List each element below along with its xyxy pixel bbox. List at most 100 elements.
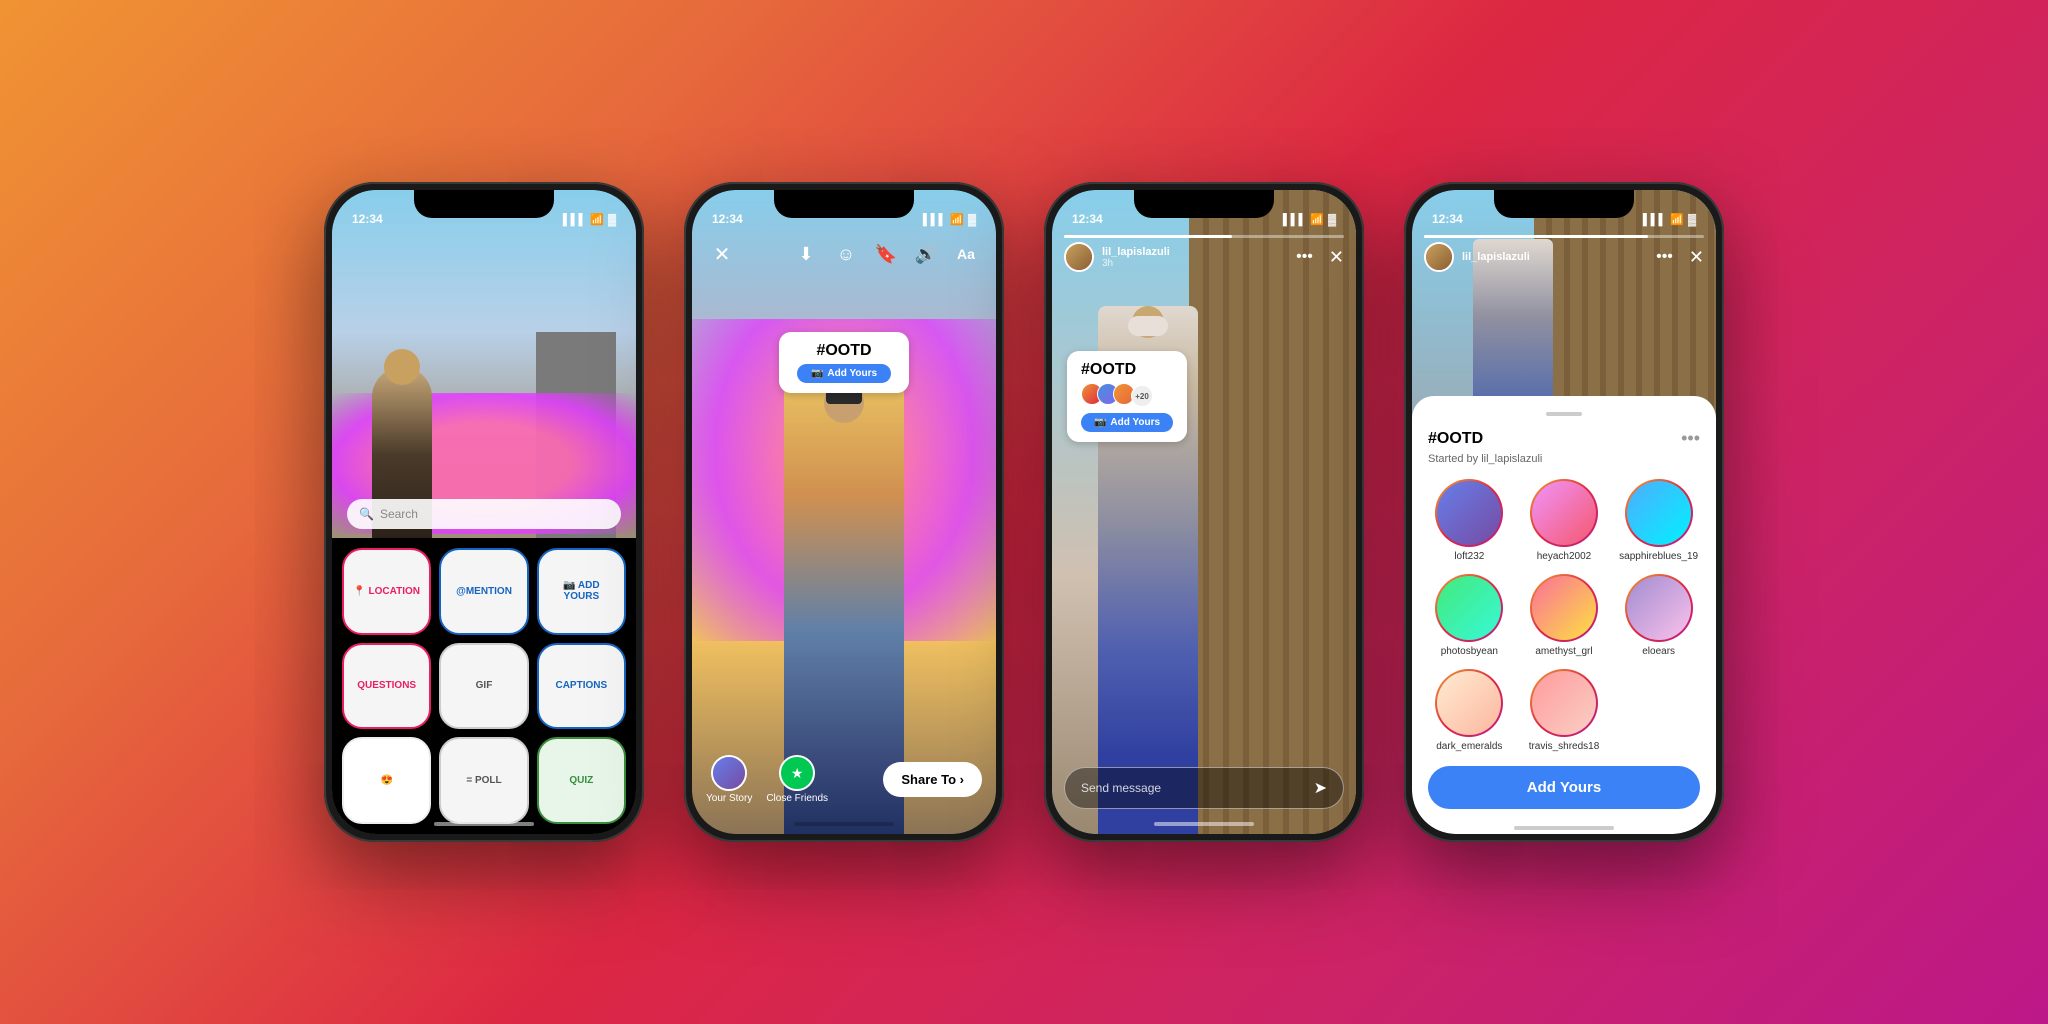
camera-icon-2: 📷 — [811, 368, 823, 379]
story-avatar-4[interactable] — [1424, 242, 1454, 272]
text-icon[interactable]: Aa — [950, 238, 982, 270]
sticker-search[interactable]: 🔍 Search — [347, 499, 621, 529]
sticker-emoji[interactable]: 😍 — [342, 737, 431, 824]
panel-user-0[interactable]: loft232 — [1428, 479, 1511, 562]
status-icons-2: ▌▌▌ 📶 ▓ — [923, 213, 976, 226]
status-icons-1: ▌▌▌ 📶 ▓ — [563, 213, 616, 226]
participant-avatars — [1081, 383, 1129, 405]
panel-username-2: sapphireblues_19 — [1619, 551, 1698, 562]
your-story-label: Your Story — [706, 793, 752, 804]
panel-user-1[interactable]: heyach2002 — [1523, 479, 1606, 562]
add-yours-panel: #OOTD ••• Started by lil_lapislazuli lof… — [1412, 396, 1716, 834]
status-icons-4: ▌▌▌ 📶 ▓ — [1643, 213, 1696, 226]
hashtag-sticker-2[interactable]: #OOTD 📷 Add Yours — [779, 332, 909, 393]
panel-user-2[interactable]: sapphireblues_19 — [1617, 479, 1700, 562]
add-yours-btn-3[interactable]: 📷 Add Yours — [1081, 413, 1173, 432]
signal-icon-3: ▌▌▌ — [1283, 214, 1306, 226]
sticker-location[interactable]: 📍 LOCATION — [342, 548, 431, 635]
panel-username-7: travis_shreds18 — [1529, 741, 1600, 752]
close-button-3[interactable]: ✕ — [1329, 247, 1344, 268]
story-progress-4 — [1424, 235, 1704, 238]
toolbar-right: ⬇ ☺ 🔖 🔊 Aa — [790, 238, 982, 270]
panel-username-1: heyach2002 — [1537, 551, 1592, 562]
phones-container: 12:34 ▌▌▌ 📶 ▓ 🔍 Search — [0, 0, 2048, 1024]
send-icon[interactable]: ➤ — [1314, 778, 1327, 798]
sticker-captions[interactable]: CAPTIONS — [537, 643, 626, 730]
home-indicator-1 — [434, 822, 534, 826]
story-progress-3 — [1064, 235, 1344, 238]
panel-username-3: photosbyean — [1441, 646, 1498, 657]
camera-icon-3: 📷 — [1094, 417, 1106, 428]
share-to-button[interactable]: Share To › — [883, 762, 982, 797]
story-share-bar: Your Story ★ Close Friends Share To › — [692, 755, 996, 804]
home-indicator-4 — [1514, 826, 1614, 830]
more-icon-3[interactable]: ••• — [1296, 248, 1313, 266]
hashtag-title-3: #OOTD — [1081, 361, 1173, 379]
close-button-2[interactable]: ✕ — [706, 238, 738, 270]
sticker-gif[interactable]: GIF — [439, 643, 528, 730]
sticker-questions[interactable]: QUESTIONS — [342, 643, 431, 730]
panel-username-0: loft232 — [1454, 551, 1484, 562]
mute-icon[interactable]: 🔊 — [910, 238, 942, 270]
phone1-photo — [332, 190, 636, 544]
home-indicator-3 — [1154, 822, 1254, 826]
signal-icon-2: ▌▌▌ — [923, 214, 946, 226]
panel-subtitle: Started by lil_lapislazuli — [1428, 453, 1700, 465]
sticker-mention[interactable]: @MENTION — [439, 548, 528, 635]
status-icons-3: ▌▌▌ 📶 ▓ — [1283, 213, 1336, 226]
hashtag-sticker-3[interactable]: #OOTD +20 📷 Add Yours — [1067, 351, 1187, 442]
panel-username-5: eloears — [1642, 646, 1675, 657]
notch-1 — [414, 190, 554, 218]
phone-1: 12:34 ▌▌▌ 📶 ▓ 🔍 Search — [324, 182, 644, 842]
time-2: 12:34 — [712, 212, 743, 226]
close-friends-btn[interactable]: ★ — [779, 755, 815, 791]
sticker-icon[interactable]: 🔖 — [870, 238, 902, 270]
time-3: 12:34 — [1072, 212, 1103, 226]
panel-username-6: dark_emeralds — [1436, 741, 1502, 752]
panel-user-3[interactable]: photosbyean — [1428, 574, 1511, 657]
add-yours-btn-2[interactable]: 📷 Add Yours — [797, 364, 891, 383]
panel-users-grid: loft232 heyach2002 — [1428, 479, 1700, 752]
wifi-icon-3: 📶 — [1310, 213, 1324, 226]
sticker-addyours-1[interactable]: 📷 ADD YOURS — [537, 548, 626, 635]
battery-icon-4: ▓ — [1688, 214, 1696, 226]
panel-user-4[interactable]: amethyst_grl — [1523, 574, 1606, 657]
signal-icon-1: ▌▌▌ — [563, 214, 586, 226]
send-message-bar[interactable]: Send message ➤ — [1064, 767, 1344, 809]
more-icon-4[interactable]: ••• — [1656, 248, 1673, 266]
phone-3: 12:34 ▌▌▌ 📶 ▓ — [1044, 182, 1364, 842]
story-user-info-3: lil_lapislazuli 3h — [1102, 246, 1288, 269]
signal-icon-4: ▌▌▌ — [1643, 214, 1666, 226]
battery-icon-1: ▓ — [608, 214, 616, 226]
wifi-icon-1: 📶 — [590, 213, 604, 226]
panel-title: #OOTD — [1428, 430, 1483, 448]
home-indicator-2 — [794, 822, 894, 826]
panel-user-5[interactable]: eloears — [1617, 574, 1700, 657]
notch-2 — [774, 190, 914, 218]
story-time-3: 3h — [1102, 258, 1288, 269]
download-icon[interactable]: ⬇ — [790, 238, 822, 270]
panel-user-7[interactable]: travis_shreds18 — [1523, 669, 1606, 752]
add-yours-big-button[interactable]: Add Yours — [1428, 766, 1700, 809]
time-4: 12:34 — [1432, 212, 1463, 226]
panel-user-6[interactable]: dark_emeralds — [1428, 669, 1511, 752]
notch-3 — [1134, 190, 1274, 218]
story-share-options: Your Story ★ Close Friends — [706, 755, 828, 804]
panel-more-icon[interactable]: ••• — [1681, 428, 1700, 449]
story-viewer-header-3: lil_lapislazuli 3h ••• ✕ — [1052, 242, 1356, 272]
story-avatar-3[interactable] — [1064, 242, 1094, 272]
sticker-poll[interactable]: = POLL — [439, 737, 528, 824]
sticker-quiz[interactable]: QUIZ — [537, 737, 626, 824]
story-username-4: lil_lapislazuli — [1462, 251, 1648, 263]
notch-4 — [1494, 190, 1634, 218]
phone-2: 12:34 ▌▌▌ 📶 ▓ ✕ ⬇ ☺ — [684, 182, 1004, 842]
search-placeholder-1: Search — [380, 507, 418, 521]
close-button-4[interactable]: ✕ — [1689, 247, 1704, 268]
battery-icon-3: ▓ — [1328, 214, 1336, 226]
wifi-icon-4: 📶 — [1670, 213, 1684, 226]
participant-count: +20 — [1131, 385, 1153, 407]
your-story-avatar[interactable] — [711, 755, 747, 791]
emoji-icon[interactable]: ☺ — [830, 238, 862, 270]
sticker-grid: 📍 LOCATION @MENTION 📷 ADD YOURS QUESTION… — [332, 538, 636, 834]
panel-drag-handle[interactable] — [1546, 412, 1582, 416]
